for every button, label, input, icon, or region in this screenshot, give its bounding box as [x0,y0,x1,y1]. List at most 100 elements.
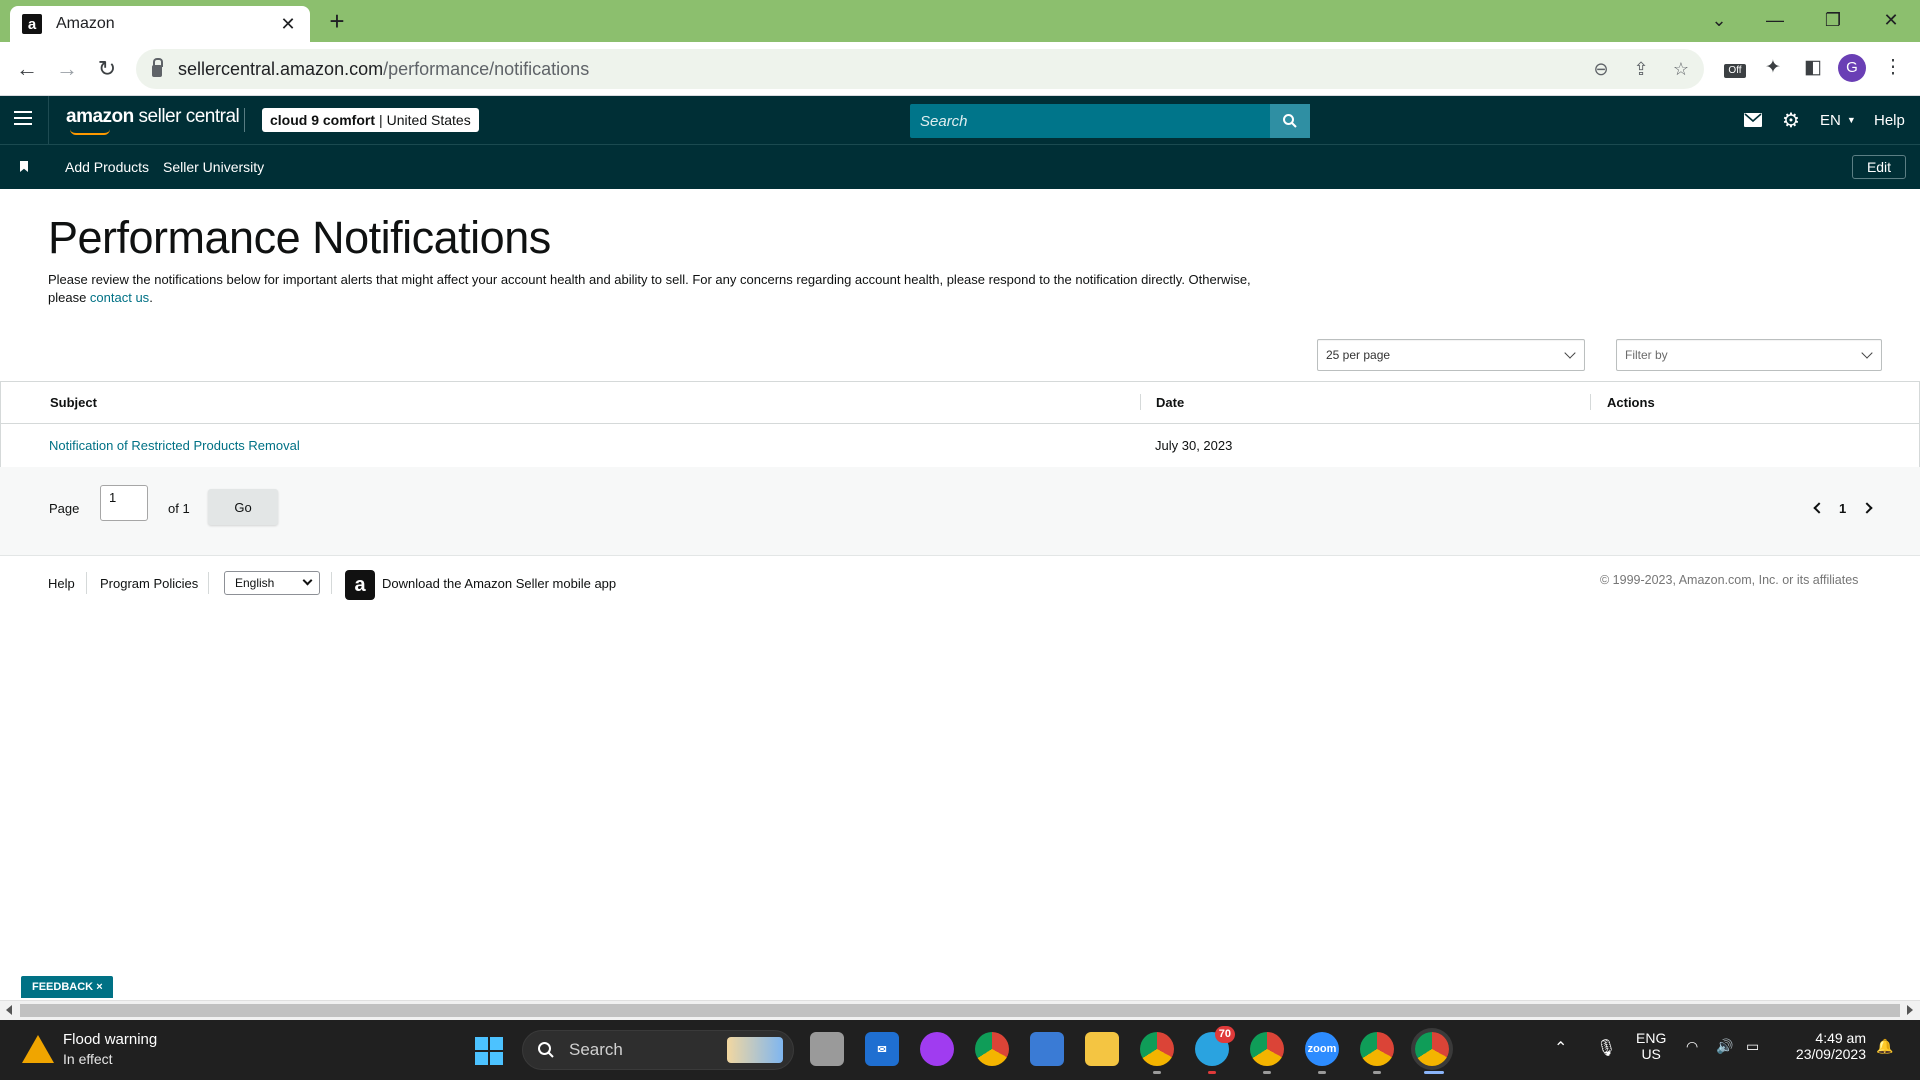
nav-add-products[interactable]: Add Products [65,159,149,175]
close-icon[interactable]: × [96,981,102,993]
bookmark-star-icon[interactable]: ☆ [1670,59,1692,80]
file-explorer-icon[interactable] [1085,1032,1119,1066]
contact-us-link[interactable]: contact us [90,290,149,305]
extension-off-icon[interactable]: Off [1724,64,1746,78]
microphone-icon[interactable]: 🎙 [1596,1038,1616,1058]
tray-chevron-up-icon[interactable]: ⌃ [1554,1038,1567,1058]
language-indicator[interactable]: ENG US [1636,1030,1666,1062]
running-indicator [1153,1071,1161,1074]
windows-start-icon[interactable] [475,1037,503,1065]
browser-menu-icon[interactable]: ⋮ [1880,56,1906,79]
scroll-left-icon[interactable] [6,1005,12,1015]
seller-central-header: amazon seller central cloud 9 comfort | Un… [0,96,1920,144]
notification-subject-link[interactable]: Notification of Restricted Products Remo… [49,438,300,453]
footer-divider [86,572,87,594]
chrome-profile-icon[interactable] [1250,1032,1284,1066]
next-page-icon[interactable] [1861,502,1873,514]
per-page-select[interactable]: 25 per page [1317,339,1585,371]
warning-icon[interactable] [22,1035,54,1063]
hamburger-menu-icon[interactable] [14,111,32,125]
close-window-icon[interactable]: ✕ [1868,6,1914,34]
footer-language-select[interactable]: English [224,571,320,595]
task-view-icon[interactable] [810,1032,844,1066]
address-bar[interactable]: sellercentral.amazon.com/performance/not… [136,49,1704,89]
share-icon[interactable]: ⇪ [1630,59,1652,80]
account-name: cloud 9 comfort [270,112,376,128]
back-icon[interactable]: ← [12,54,42,84]
footer-help-link[interactable]: Help [48,576,75,591]
help-link[interactable]: Help [1874,96,1905,144]
url-host: sellercentral.amazon.com [178,58,384,79]
account-region: United States [386,112,471,128]
footer-divider [208,572,209,594]
seller-central-logo[interactable]: amazon seller central [66,106,240,128]
running-indicator [1263,1071,1271,1074]
wifi-icon[interactable]: ◠ [1686,1038,1698,1055]
extensions-puzzle-icon[interactable]: ✦ [1760,56,1786,79]
current-page-number[interactable]: 1 [1839,501,1846,516]
chrome-profile-icon[interactable] [1140,1032,1174,1066]
zoom-out-icon[interactable]: ⊖ [1590,59,1612,80]
download-app-link[interactable]: Download the Amazon Seller mobile app [382,576,616,591]
profile-avatar[interactable]: G [1838,54,1866,82]
table-header: Subject Date Actions [1,382,1919,424]
notification-date: July 30, 2023 [1155,438,1233,453]
feedback-button[interactable]: FEEDBACK × [21,976,113,998]
minimize-icon[interactable]: — [1752,6,1798,34]
notifications-table: Subject Date Actions Notification of Res… [0,381,1920,468]
reload-icon[interactable]: ↻ [92,54,122,84]
weather-title[interactable]: Flood warning [63,1031,157,1048]
amazon-app-icon[interactable]: a [345,570,375,600]
intro-text: Please review the notifications below fo… [48,272,1251,305]
mail-app-icon[interactable]: ✉ [865,1032,899,1066]
volume-icon[interactable]: 🔊 [1716,1038,1733,1055]
nav-seller-university[interactable]: Seller University [163,159,264,175]
column-date[interactable]: Date [1156,395,1184,410]
settings-gear-icon[interactable]: ⚙ [1782,96,1800,144]
previous-page-icon[interactable] [1813,502,1825,514]
amazon-smile-icon [70,129,110,135]
running-indicator [1208,1071,1216,1074]
messenger-icon[interactable] [920,1032,954,1066]
telegram-badge: 70 [1214,1026,1235,1043]
telegram-icon[interactable]: 70 [1195,1026,1235,1066]
bookmark-icon[interactable] [20,161,28,172]
browser-tab[interactable]: a Amazon ✕ [10,6,310,42]
notifications-icon[interactable]: 🔔 [1876,1038,1893,1055]
battery-icon[interactable]: ▭ [1746,1038,1759,1055]
side-panel-icon[interactable]: ◧ [1800,56,1826,79]
copyright: © 1999-2023, Amazon.com, Inc. or its aff… [1600,573,1859,587]
program-policies-link[interactable]: Program Policies [100,576,198,591]
chrome-profile-icon[interactable] [1360,1032,1394,1066]
language-selector[interactable]: EN ▼ [1820,96,1856,144]
forward-icon[interactable]: → [52,54,82,84]
search-input[interactable] [920,112,1270,130]
tab-search-chevron-icon[interactable]: ⌄ [1696,6,1742,34]
windows-taskbar: Flood warning In effect Search ✉ 70 zoom… [0,1020,1920,1080]
page-label: Page [49,501,80,516]
filter-select[interactable]: Filter by [1616,339,1882,371]
edit-nav-button[interactable]: Edit [1852,155,1906,179]
scrollbar-thumb[interactable] [20,1004,1900,1017]
scroll-right-icon[interactable] [1907,1005,1913,1015]
account-switcher[interactable]: cloud 9 comfort | United States [262,108,479,132]
horizontal-scrollbar[interactable] [0,1000,1920,1020]
pagination-bar: Page of 1 Go 1 [0,467,1920,556]
chrome-icon[interactable] [975,1032,1009,1066]
column-subject[interactable]: Subject [50,395,97,410]
taskbar-search[interactable]: Search [522,1030,794,1070]
restore-icon[interactable]: ❐ [1810,6,1856,34]
go-button[interactable]: Go [208,489,278,525]
column-actions: Actions [1607,395,1655,410]
new-tab-icon[interactable]: + [322,8,352,34]
tab-close-icon[interactable]: ✕ [278,14,298,35]
mail-icon[interactable] [1744,96,1762,144]
clock[interactable]: 4:49 am 23/09/2023 [1786,1030,1866,1062]
page-number-input[interactable] [100,485,148,521]
chevron-down-icon [1861,347,1873,359]
notepad-icon[interactable] [1030,1032,1064,1066]
search-button[interactable] [1270,104,1310,138]
chrome-active-icon[interactable] [1415,1032,1449,1066]
amazon-favicon-icon: a [22,14,42,34]
zoom-icon[interactable]: zoom [1305,1032,1339,1066]
